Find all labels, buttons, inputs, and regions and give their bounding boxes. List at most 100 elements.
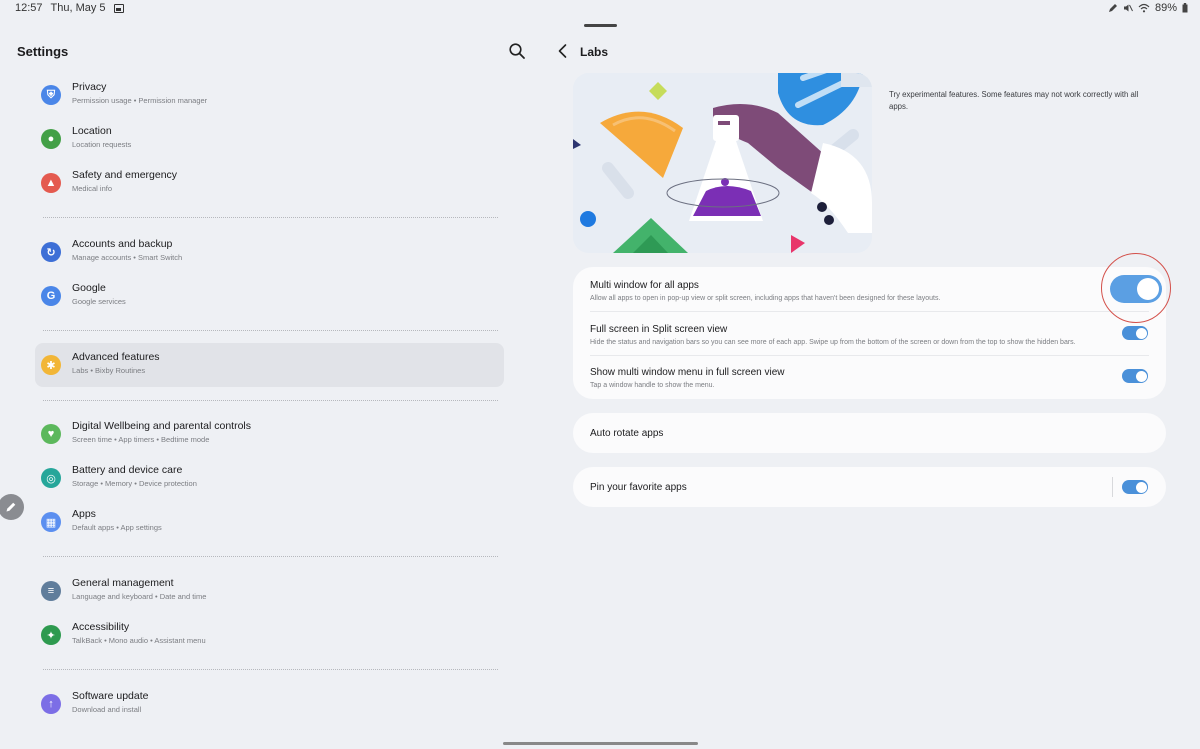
show-multi-window-menu-toggle[interactable] [1122,369,1148,383]
page-title: Settings [17,44,69,59]
settings-item-text: Location Location requests [72,125,131,150]
settings-item-title: General management [72,577,174,589]
setting-subtitle: Hide the status and navigation bars so y… [590,339,1076,346]
settings-item-subtitle: Download and install [72,705,142,714]
gallery-notification-icon [113,3,124,13]
labs-description: Try experimental features. Some features… [889,90,1139,111]
status-bar: 12:57 Thu, May 5 89% [0,0,1200,18]
settings-item-apps[interactable]: ▦ Apps Default apps • App settings [35,500,504,544]
settings-item-subtitle: Labs • Bixby Routines [72,366,146,375]
settings-item-title: Google [72,282,106,294]
settings-item-subtitle: Manage accounts • Smart Switch [72,253,183,262]
settings-item-google[interactable]: G Google Google services [35,274,504,318]
settings-item-location[interactable]: ● Location Location requests [35,117,504,161]
pin-favorite-apps-card[interactable]: Pin your favorite apps [573,467,1166,507]
settings-item-title: Privacy [72,81,107,93]
mute-icon [1123,4,1133,12]
full-screen-split-view-row[interactable]: Full screen in Split screen view Hide th… [590,323,1149,348]
pen-icon [1108,4,1117,12]
navigation-handle[interactable] [503,742,698,745]
settings-item-accounts-and-backup[interactable]: ↻ Accounts and backup Manage accounts • Sm… [35,230,504,274]
settings-item-subtitle: Default apps • App settings [72,523,162,532]
multi-window-settings-card: Multi window for all apps Allow all apps… [573,267,1166,399]
edit-button[interactable] [0,494,24,520]
setting-title: Pin your favorite apps [590,482,687,493]
divider [590,355,1149,356]
settings-item-subtitle: Google services [72,297,126,306]
pencil-icon [6,502,16,512]
divider [1112,477,1113,497]
settings-item-text: Safety and emergency Medical info [72,169,177,194]
settings-item-digital-wellbeing-and-parental-controls[interactable]: ♥ Digital Wellbeing and parental controls… [35,412,504,456]
settings-item-text: Software update Download and install [72,690,148,715]
settings-item-general-management[interactable]: ≡ General management Language and keyboard… [35,569,504,613]
settings-item-title: Accounts and backup [72,238,173,250]
section-divider [43,330,498,331]
settings-item-software-update[interactable]: ↑ Software update Download and install [35,682,504,726]
back-icon[interactable] [556,43,570,59]
show-multi-window-menu-row[interactable]: Show multi window menu in full screen vi… [590,366,1149,391]
settings-item-title: Digital Wellbeing and parental controls [72,420,251,432]
auto-rotate-apps-card[interactable]: Auto rotate apps [573,413,1166,453]
pin-favorite-apps-toggle[interactable] [1122,480,1148,494]
settings-item-title: Location [72,125,112,137]
settings-item-subtitle: Storage • Memory • Device protection [72,479,197,488]
setting-subtitle: Tap a window handle to show the menu. [590,382,715,389]
sync-icon: ↻ [41,242,61,262]
settings-item-text: Accessibility TalkBack • Mono audio • Ass… [72,621,206,646]
settings-item-text: Accounts and backup Manage accounts • Sma… [72,238,182,263]
section-divider [43,217,498,218]
settings-item-title: Software update [72,690,149,702]
settings-item-text: General management Language and keyboard … [72,577,206,602]
device-care-icon: ◎ [41,468,61,488]
sliders-icon: ≡ [41,581,61,601]
settings-item-text: Battery and device care Storage • Memory … [72,464,197,489]
settings-item-privacy[interactable]: ⛨ Privacy Permission usage • Permission ma… [35,73,504,117]
location-pin-icon: ● [41,129,61,149]
setting-title: Show multi window menu in full screen vi… [590,367,785,378]
settings-item-subtitle: Permission usage • Permission manager [72,96,208,105]
settings-item-subtitle: Language and keyboard • Date and time [72,592,207,601]
pin-favorite-apps-row: Pin your favorite apps [590,481,1149,494]
settings-item-subtitle: TalkBack • Mono audio • Assistant menu [72,636,206,645]
labs-illustration [573,73,872,253]
search-icon[interactable] [508,42,526,60]
multi-window-all-apps-row[interactable]: Multi window for all apps Allow all apps… [590,279,1149,304]
battery-percent: 89% [1154,2,1177,14]
settings-item-title: Safety and emergency [72,169,178,181]
setting-subtitle: Allow all apps to open in pop-up view or… [590,295,941,302]
accessibility-person-icon: ✦ [41,625,61,645]
settings-item-title: Apps [72,508,96,520]
setting-title: Auto rotate apps [590,428,664,439]
settings-item-safety-and-emergency[interactable]: ▲ Safety and emergency Medical info [35,161,504,205]
puzzle-gear-icon: ✱ [41,355,61,375]
settings-item-text: Advanced features Labs • Bixby Routines [72,351,160,376]
settings-item-title: Accessibility [72,621,130,633]
settings-item-advanced-features[interactable]: ✱ Advanced features Labs • Bixby Routines [35,343,504,387]
software-update-icon: ↑ [41,694,61,714]
emergency-icon: ▲ [41,173,61,193]
setting-title: Multi window for all apps [590,280,699,291]
settings-item-subtitle: Medical info [72,184,113,193]
wifi-icon [1138,3,1150,13]
setting-title: Full screen in Split screen view [590,324,728,335]
section-divider [43,669,498,670]
battery-icon [1182,3,1188,13]
settings-item-title: Battery and device care [72,464,183,476]
full-screen-split-view-toggle[interactable] [1122,326,1148,340]
auto-rotate-apps-row: Auto rotate apps [590,427,1149,440]
apps-grid-icon: ▦ [41,512,61,532]
settings-item-title: Advanced features [72,351,160,363]
settings-item-battery-and-device-care[interactable]: ◎ Battery and device care Storage • Memory… [35,456,504,500]
status-date: Thu, May 5 [50,2,106,14]
settings-item-text: Google Google services [72,282,126,307]
section-divider [43,556,498,557]
highlight-circle [1101,253,1171,323]
split-view-handle[interactable] [584,24,617,27]
google-icon: G [41,286,61,306]
labs-title: Labs [580,45,609,59]
settings-item-subtitle: Location requests [72,140,132,149]
settings-item-accessibility[interactable]: ✦ Accessibility TalkBack • Mono audio • As… [35,613,504,657]
settings-item-text: Privacy Permission usage • Permission man… [72,81,207,106]
section-divider [43,400,498,401]
